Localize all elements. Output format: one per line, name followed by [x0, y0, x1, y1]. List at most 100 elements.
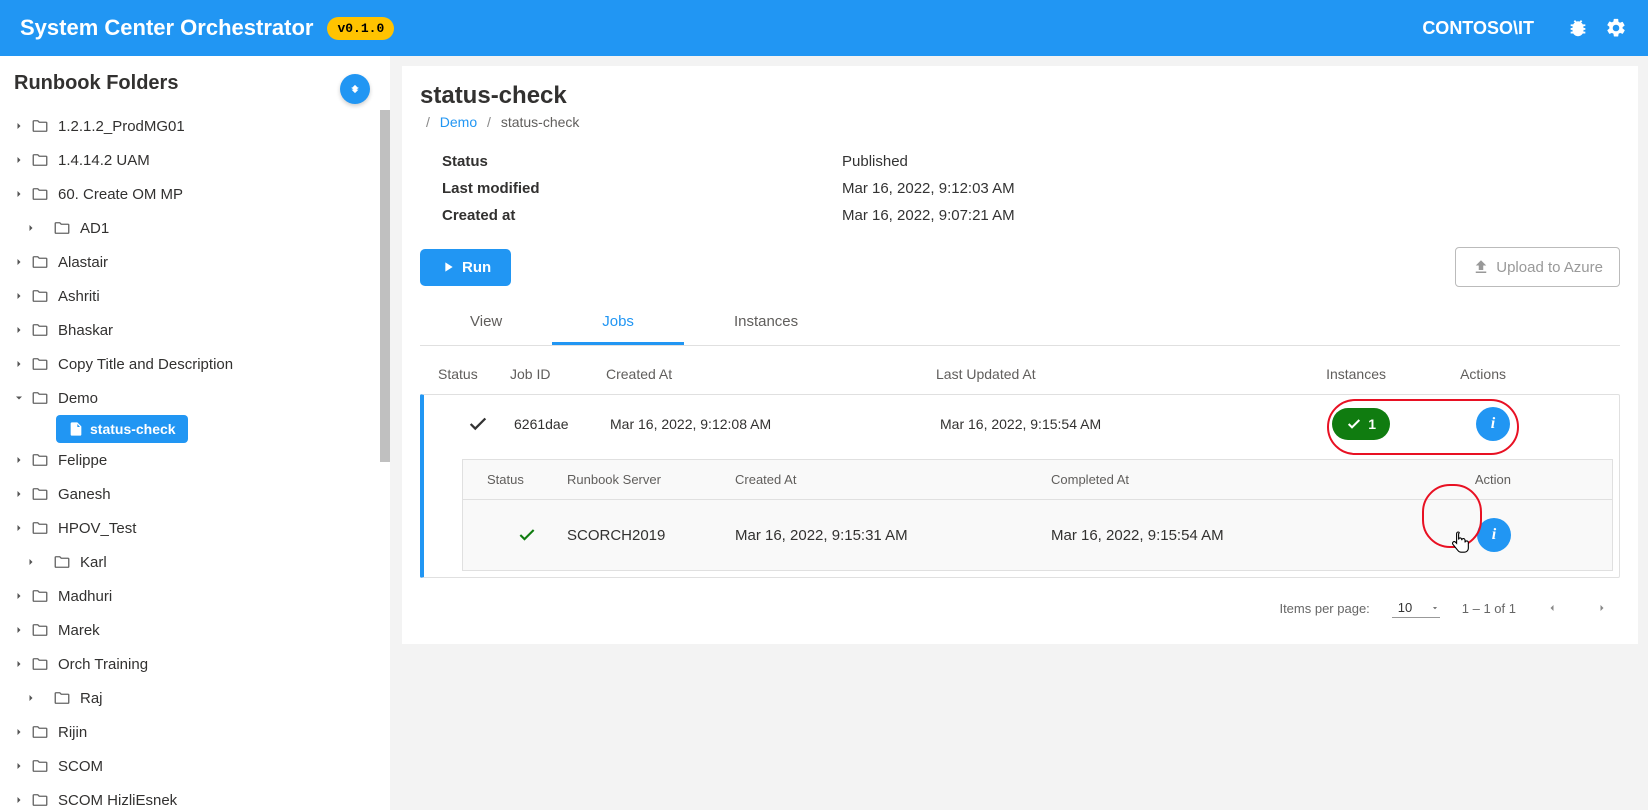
sidebar-item-label: Copy Title and Description [58, 356, 233, 373]
sidebar-item-alastair[interactable]: Alastair [8, 245, 374, 279]
sidebar-item-ashriti[interactable]: Ashriti [8, 279, 374, 313]
chevron-right-icon [8, 483, 30, 505]
chevron-down-icon [8, 387, 30, 409]
instance-info-button[interactable]: i [1477, 518, 1511, 552]
bug-icon[interactable] [1566, 16, 1590, 40]
folder-icon [30, 654, 50, 674]
version-badge: v0.1.0 [327, 17, 394, 40]
chevron-right-icon [8, 353, 30, 375]
folder-icon [30, 320, 50, 340]
chevron-right-icon [8, 517, 30, 539]
folder-icon [52, 552, 72, 572]
play-icon [440, 259, 456, 275]
sidebar-item-rijin[interactable]: Rijin [8, 715, 374, 749]
created-value: Mar 16, 2022, 9:07:21 AM [842, 207, 1015, 224]
chevron-right-icon [1596, 602, 1608, 614]
folder-icon [30, 722, 50, 742]
chevron-right-icon [8, 721, 30, 743]
next-page-button[interactable] [1588, 594, 1616, 622]
top-bar: System Center Orchestrator v0.1.0 CONTOS… [0, 0, 1648, 56]
success-icon [487, 525, 567, 545]
folder-icon [30, 116, 50, 136]
sidebar-item-scom-hizliesnek[interactable]: SCOM HizliEsnek [8, 783, 374, 811]
sidebar-item-label: Rijin [58, 724, 87, 741]
job-row[interactable]: 6261dae Mar 16, 2022, 9:12:08 AM Mar 16,… [420, 394, 1620, 578]
chevron-right-icon [8, 285, 30, 307]
sidebar-item-label: Orch Training [58, 656, 148, 673]
gear-icon[interactable] [1604, 16, 1628, 40]
tab-view[interactable]: View [420, 301, 552, 345]
breadcrumb-current: status-check [501, 114, 580, 130]
folder-icon [30, 354, 50, 374]
folder-icon [52, 688, 72, 708]
modified-value: Mar 16, 2022, 9:12:03 AM [842, 180, 1015, 197]
sidebar-item-ganesh[interactable]: Ganesh [8, 477, 374, 511]
folder-icon [30, 450, 50, 470]
collapse-sidebar-button[interactable] [340, 74, 370, 104]
chevron-right-icon [20, 687, 42, 709]
instance-completed: Mar 16, 2022, 9:15:54 AM [1051, 527, 1351, 544]
sidebar-item-orch-training[interactable]: Orch Training [8, 647, 374, 681]
folder-icon [30, 756, 50, 776]
sidebar-item-demo[interactable]: Demo [8, 381, 374, 415]
created-label: Created at [442, 207, 842, 224]
annotation-highlight [1422, 484, 1482, 548]
sidebar-item-marek[interactable]: Marek [8, 613, 374, 647]
upload-to-azure-button: Upload to Azure [1455, 247, 1620, 287]
modified-label: Last modified [442, 180, 842, 197]
sidebar-item-label: 60. Create OM MP [58, 186, 183, 203]
breadcrumb-parent[interactable]: Demo [440, 114, 477, 130]
sidebar-item-label: AD1 [80, 220, 109, 237]
chevron-right-icon [8, 755, 30, 777]
sidebar-item-hpov_test[interactable]: HPOV_Test [8, 511, 374, 545]
sidebar-item-label: SCOM [58, 758, 103, 775]
sidebar-item-felippe[interactable]: Felippe [8, 443, 374, 477]
sidebar-item-scom[interactable]: SCOM [8, 749, 374, 783]
prev-page-button[interactable] [1538, 594, 1566, 622]
status-value: Published [842, 153, 908, 170]
sidebar-item-label: Raj [80, 690, 103, 707]
folder-icon [30, 620, 50, 640]
sidebar-file-status-check[interactable]: status-check [56, 415, 188, 443]
sidebar-item-karl[interactable]: Karl [8, 545, 374, 579]
sidebar-item-1.4.14.2-uam[interactable]: 1.4.14.2 UAM [8, 143, 374, 177]
sidebar-item-copy-title-and-description[interactable]: Copy Title and Description [8, 347, 374, 381]
folder-icon [30, 252, 50, 272]
sidebar-item-label: Bhaskar [58, 322, 113, 339]
upload-icon [1472, 258, 1490, 276]
chevron-left-icon [1546, 602, 1558, 614]
instance-server: SCORCH2019 [567, 527, 735, 544]
chevron-right-icon [8, 449, 30, 471]
sidebar-item-label: Ganesh [58, 486, 111, 503]
folder-icon [52, 218, 72, 238]
sidebar-item-label: Felippe [58, 452, 107, 469]
user-name: CONTOSO\IT [1422, 18, 1534, 39]
run-button[interactable]: Run [420, 249, 511, 286]
tabs: View Jobs Instances [420, 301, 1620, 346]
sidebar-item-label: 1.4.14.2 UAM [58, 152, 150, 169]
chevron-right-icon [20, 551, 42, 573]
page-title: status-check [420, 82, 1620, 110]
tab-jobs[interactable]: Jobs [552, 301, 684, 345]
sidebar-item-ad1[interactable]: AD1 [8, 211, 374, 245]
chevron-right-icon [8, 653, 30, 675]
sidebar-item-label: Demo [58, 390, 98, 407]
sidebar: Runbook Folders 1.2.1.2_ProdMG011.4.14.2… [0, 56, 390, 810]
tab-instances[interactable]: Instances [684, 301, 848, 345]
sidebar-item-madhuri[interactable]: Madhuri [8, 579, 374, 613]
folder-icon [30, 286, 50, 306]
sidebar-scrollbar[interactable] [380, 110, 390, 462]
folder-icon [30, 790, 50, 810]
sidebar-item-label: Karl [80, 554, 107, 571]
success-icon [442, 413, 514, 435]
chevron-right-icon [8, 149, 30, 171]
sidebar-item-raj[interactable]: Raj [8, 681, 374, 715]
info-icon: i [1492, 526, 1496, 544]
page-size-select[interactable]: 10 [1392, 598, 1440, 618]
job-updated: Mar 16, 2022, 9:15:54 AM [940, 416, 1250, 432]
sidebar-item-1.2.1.2_prodmg01[interactable]: 1.2.1.2_ProdMG01 [8, 109, 374, 143]
sidebar-item-bhaskar[interactable]: Bhaskar [8, 313, 374, 347]
app-title: System Center Orchestrator [20, 15, 313, 41]
sidebar-item-60.-create-om-mp[interactable]: 60. Create OM MP [8, 177, 374, 211]
folder-icon [30, 388, 50, 408]
